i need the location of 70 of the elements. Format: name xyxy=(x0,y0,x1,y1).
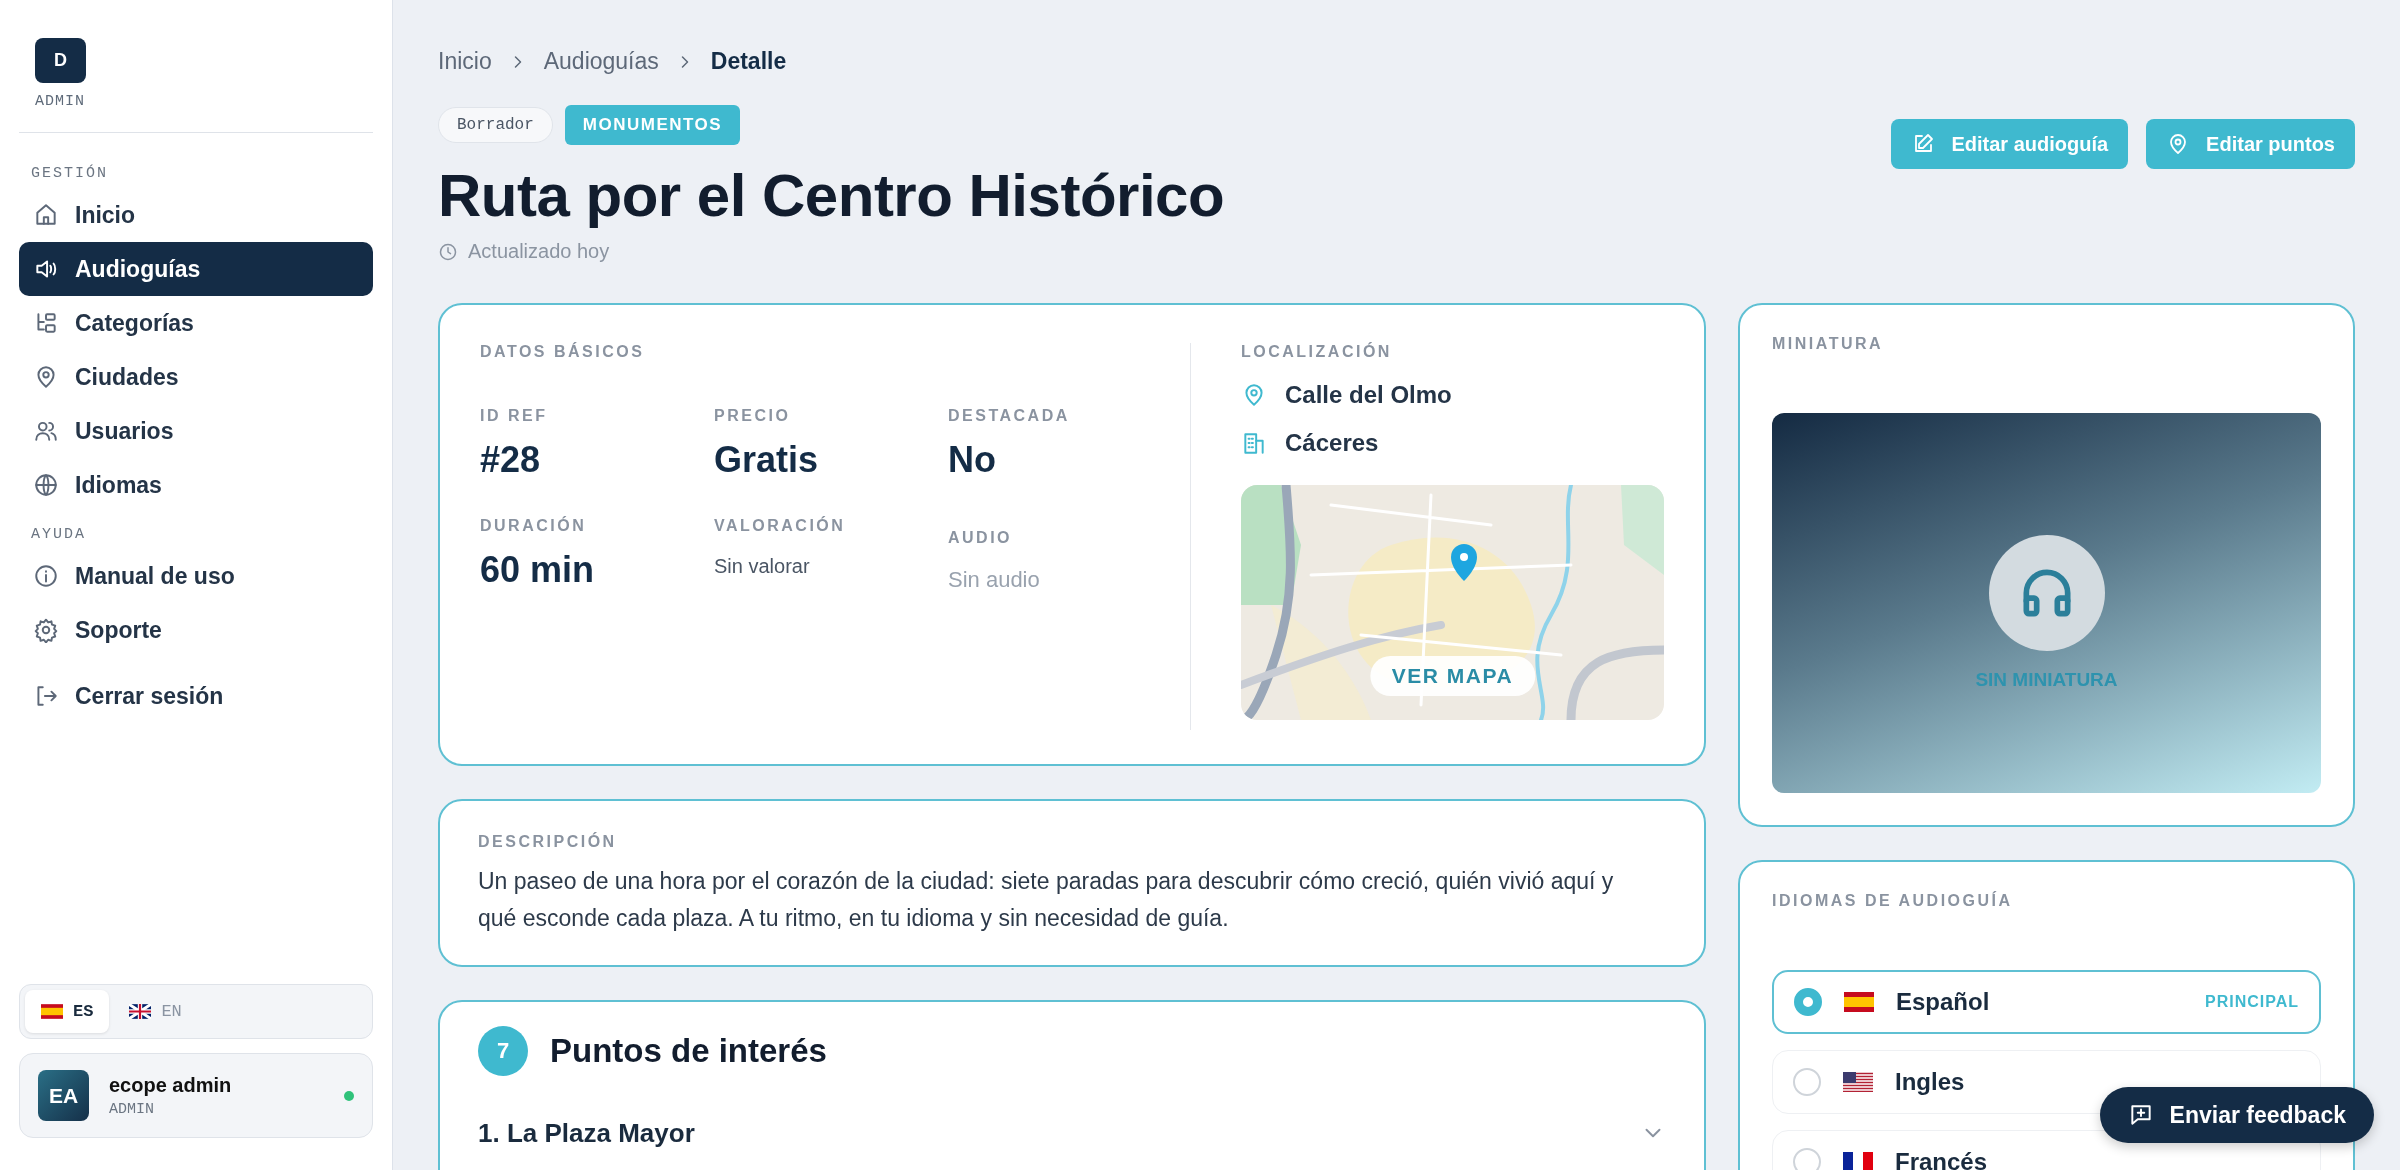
count-badge: 7 xyxy=(478,1025,528,1076)
nav-item[interactable]: Idiomas xyxy=(19,458,373,512)
section-heading: DATOS BÁSICOS xyxy=(480,343,646,361)
breadcrumb-link[interactable]: Audioguías xyxy=(543,48,659,75)
category-badge: MONUMENTOS xyxy=(564,105,741,145)
view-map-button[interactable]: VER MAPA xyxy=(1369,656,1536,696)
nav-item[interactable]: Inicio xyxy=(19,188,373,242)
language-option[interactable]: ES xyxy=(25,990,110,1033)
radio-button[interactable] xyxy=(1794,988,1822,1016)
section-title: Puntos de interés xyxy=(550,1031,827,1070)
radio-button[interactable] xyxy=(1793,1148,1821,1170)
nav-item[interactable]: Manual de uso xyxy=(19,549,373,603)
status-badge: Borrador xyxy=(438,107,553,143)
logo: D xyxy=(35,38,86,83)
field-label: AUDIO xyxy=(948,529,1014,547)
field-label: DESTACADA xyxy=(948,407,1071,425)
nav-item[interactable]: Ciudades xyxy=(19,350,373,404)
logout-link[interactable]: Cerrar sesión xyxy=(19,669,373,723)
flag-icon xyxy=(1843,1072,1873,1092)
section-heading: LOCALIZACIÓN xyxy=(1241,343,1393,361)
clock-icon xyxy=(438,241,458,262)
flag-icon xyxy=(1844,992,1874,1012)
section-heading: IDIOMAS DE AUDIOGUÍA xyxy=(1772,892,2014,910)
home-icon xyxy=(33,202,59,228)
section-heading: DESCRIPCIÓN xyxy=(478,833,618,851)
field-value: Gratis xyxy=(714,439,820,481)
language-name: Ingles xyxy=(1895,1068,1966,1096)
flag-icon xyxy=(129,1004,152,1019)
breadcrumb-link[interactable]: Inicio xyxy=(438,48,492,75)
flag-icon xyxy=(41,1004,63,1019)
point-row[interactable]: 1. La Plaza Mayor xyxy=(478,1117,1666,1149)
field-label: DURACIÓN xyxy=(480,517,588,535)
radio-button[interactable] xyxy=(1793,1068,1821,1096)
nav-item[interactable]: Soporte xyxy=(19,603,373,657)
current-page-label: Detalle xyxy=(710,48,787,75)
section-heading: MINIATURA xyxy=(1772,335,1885,353)
nav-item[interactable]: Audioguías xyxy=(19,242,373,296)
city-text: Cáceres xyxy=(1285,429,1379,457)
description-text: Un paseo de una hora por el corazón de la ciudad: siete paradas para descubrir cómo creció, quién vivió aquí y qué esconde cada plaza. A tu ritmo, en tu idioma y sin necesidad de guía. xyxy=(478,867,1615,933)
language-name: Francés xyxy=(1895,1148,1989,1170)
primary-tag: PRINCIPAL xyxy=(2204,993,2299,1011)
building-icon xyxy=(1241,430,1267,456)
field-label: ID REF xyxy=(480,407,549,425)
info-icon xyxy=(33,563,59,589)
language-row[interactable]: Español PRINCIPAL xyxy=(1772,970,2321,1034)
page-title: Ruta por el Centro Histórico xyxy=(438,161,1225,230)
point-title: 1. La Plaza Mayor xyxy=(478,1117,695,1149)
field-value: 60 min xyxy=(480,549,596,591)
updated-label: Actualizado hoy xyxy=(468,240,610,263)
field-value: Sin valorar xyxy=(714,555,811,578)
field-value: No xyxy=(948,439,997,481)
nav-item[interactable]: Categorías xyxy=(19,296,373,350)
field-label: PRECIO xyxy=(714,407,792,425)
user-role: ADMIN xyxy=(109,1100,155,1118)
floating-feedback-button[interactable]: Enviar feedback xyxy=(2099,1087,2374,1143)
field-value: #28 xyxy=(480,439,542,481)
section-heading: GESTIÓN xyxy=(30,165,109,182)
section-heading: AYUDA xyxy=(30,526,87,543)
nav-item[interactable]: Usuarios xyxy=(19,404,373,458)
flag-icon xyxy=(1843,1152,1873,1170)
language-name: Español xyxy=(1896,988,1991,1016)
role-label: ADMIN xyxy=(35,93,85,110)
user-name: ecope admin xyxy=(109,1073,233,1097)
field-value: Sin audio xyxy=(948,567,1041,593)
address-text: Calle del Olmo xyxy=(1285,381,1452,409)
avatar: EA xyxy=(38,1070,89,1121)
empty-label: SIN MINIATURA xyxy=(1975,669,2118,691)
globe-icon xyxy=(33,472,59,498)
gear-icon xyxy=(33,617,59,643)
field-label: VALORACIÓN xyxy=(714,517,847,535)
